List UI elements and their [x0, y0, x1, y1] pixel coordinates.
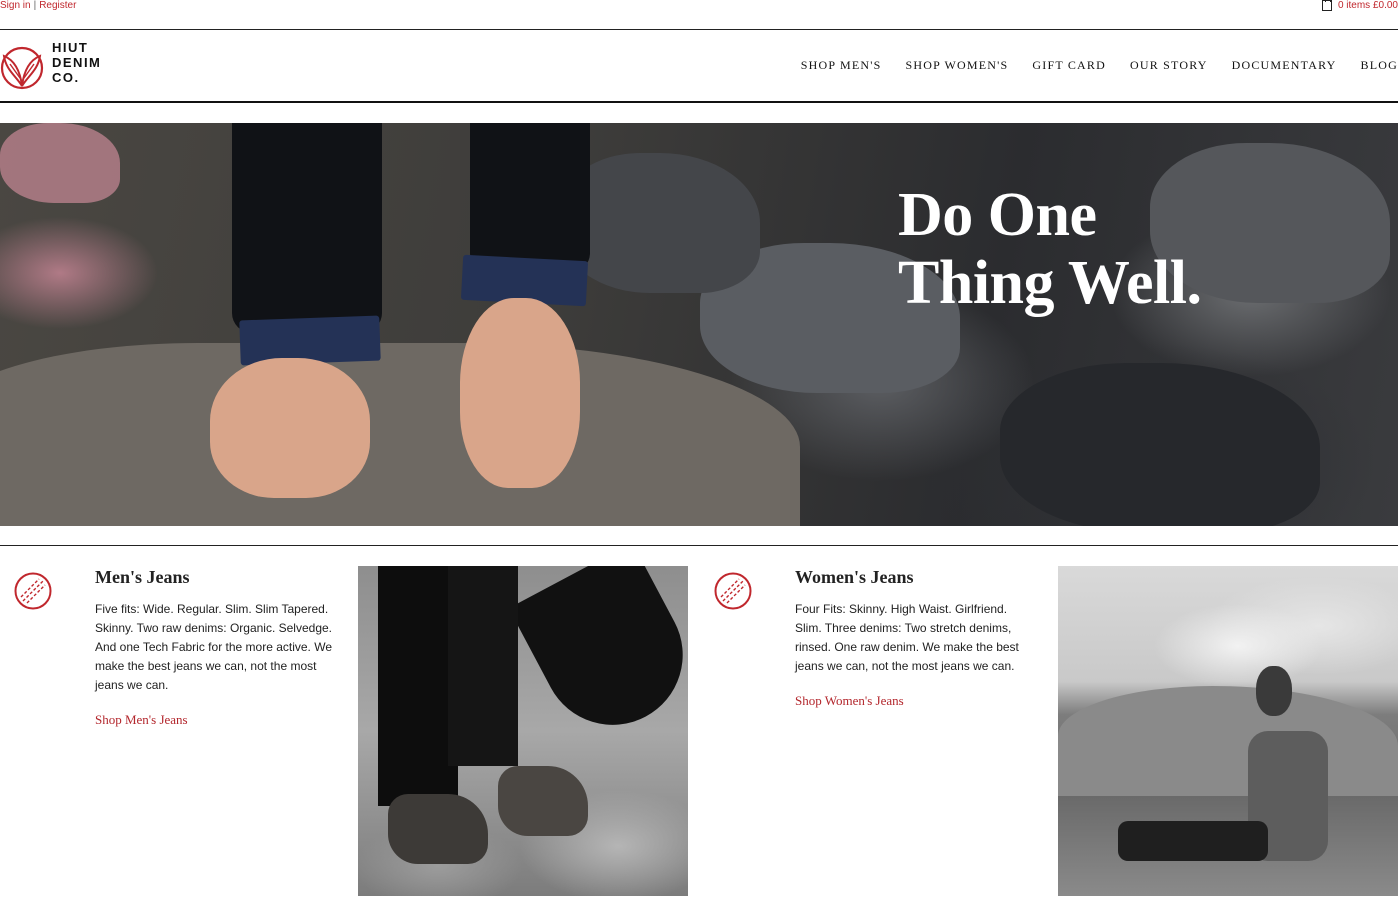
shop-womens-jeans-link[interactable]: Shop Women's Jeans [795, 693, 904, 709]
photo-bucket [508, 566, 688, 750]
hero-rock [0, 343, 800, 526]
photo-leg [378, 566, 458, 806]
nav-our-story[interactable]: OUR STORY [1130, 58, 1208, 73]
header-divider [0, 101, 1398, 103]
register-link[interactable]: Register [39, 0, 76, 11]
stitched-ball-icon [714, 572, 752, 610]
main-nav: SHOP MEN'S SHOP WOMEN'S GIFT CARD OUR ST… [801, 58, 1398, 73]
photo-figure-head [1256, 666, 1292, 716]
brand-wordmark: HIUT DENIM CO. [52, 40, 101, 85]
hero-leg-right [470, 123, 590, 273]
shopping-bag-icon [1321, 0, 1332, 11]
photo-boot [388, 794, 488, 864]
hero-banner: Do One Thing Well. [0, 123, 1398, 526]
cart-label: 0 items £0.00 [1337, 0, 1398, 11]
site-header: HIUT DENIM CO. SHOP MEN'S SHOP WOMEN'S G… [0, 30, 1398, 102]
womens-jeans-photo[interactable] [1058, 566, 1398, 896]
cart-summary[interactable]: 0 items £0.00 [1321, 0, 1398, 11]
nav-gift-card[interactable]: GIFT CARD [1032, 58, 1106, 73]
hero-headline-line1: Do One [898, 181, 1097, 249]
brand-line1: HIUT [52, 40, 89, 55]
brand-line3: CO. [52, 70, 80, 85]
nav-shop-womens[interactable]: SHOP WOMEN'S [905, 58, 1008, 73]
hero-headline-line2: Thing Well. [898, 249, 1202, 317]
auth-separator: | [33, 0, 37, 11]
account-links: Sign in | Register [0, 0, 76, 11]
hero-foot-left [210, 358, 370, 498]
womens-card-title: Women's Jeans [795, 567, 914, 587]
shop-mens-jeans-link[interactable]: Shop Men's Jeans [95, 712, 188, 728]
stitched-ball-icon [14, 572, 52, 610]
photo-boot [498, 766, 588, 836]
photo-leg [448, 566, 518, 766]
hero-rock [560, 153, 760, 293]
section-divider [0, 545, 1398, 546]
nav-documentary[interactable]: DOCUMENTARY [1232, 58, 1337, 73]
photo-hill [1058, 686, 1398, 796]
sign-in-link[interactable]: Sign in [0, 0, 31, 11]
brand-line2: DENIM [52, 55, 102, 70]
mens-jeans-photo[interactable] [358, 566, 688, 896]
womens-card-text: Four Fits: Skinny. High Waist. Girlfrien… [795, 602, 1019, 673]
nav-blog[interactable]: BLOG [1361, 58, 1398, 73]
leaf-logo-icon [0, 46, 44, 90]
hero-foot-right [460, 298, 580, 488]
hero-leg-left [232, 123, 382, 333]
hero-headline: Do One Thing Well. [898, 181, 1202, 317]
hero-rock [0, 123, 120, 203]
mens-card-text: Five fits: Wide. Regular. Slim. Slim Tap… [95, 602, 333, 692]
brand-logo[interactable]: HIUT DENIM CO. [0, 40, 101, 92]
mens-card-title: Men's Jeans [95, 567, 190, 587]
utility-bar: Sign in | Register 0 items £0.00 [0, 0, 1398, 14]
hero-rock [1000, 363, 1320, 526]
photo-figure-legs [1118, 821, 1268, 861]
nav-shop-mens[interactable]: SHOP MEN'S [801, 58, 882, 73]
